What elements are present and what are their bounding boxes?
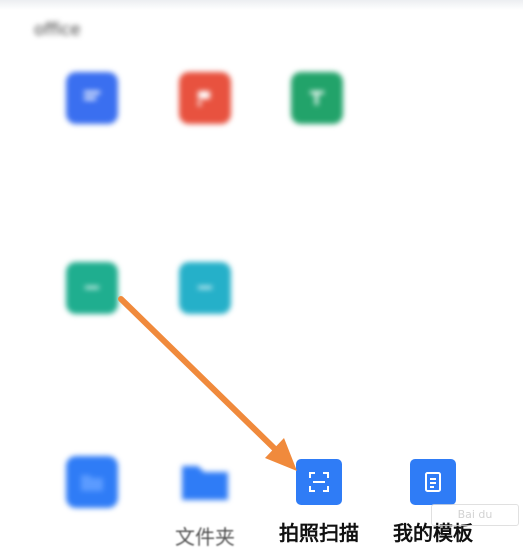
annotation-arrow bbox=[118, 296, 297, 471]
baidu-jingyan-logo-icon: Bai du bbox=[431, 504, 519, 526]
